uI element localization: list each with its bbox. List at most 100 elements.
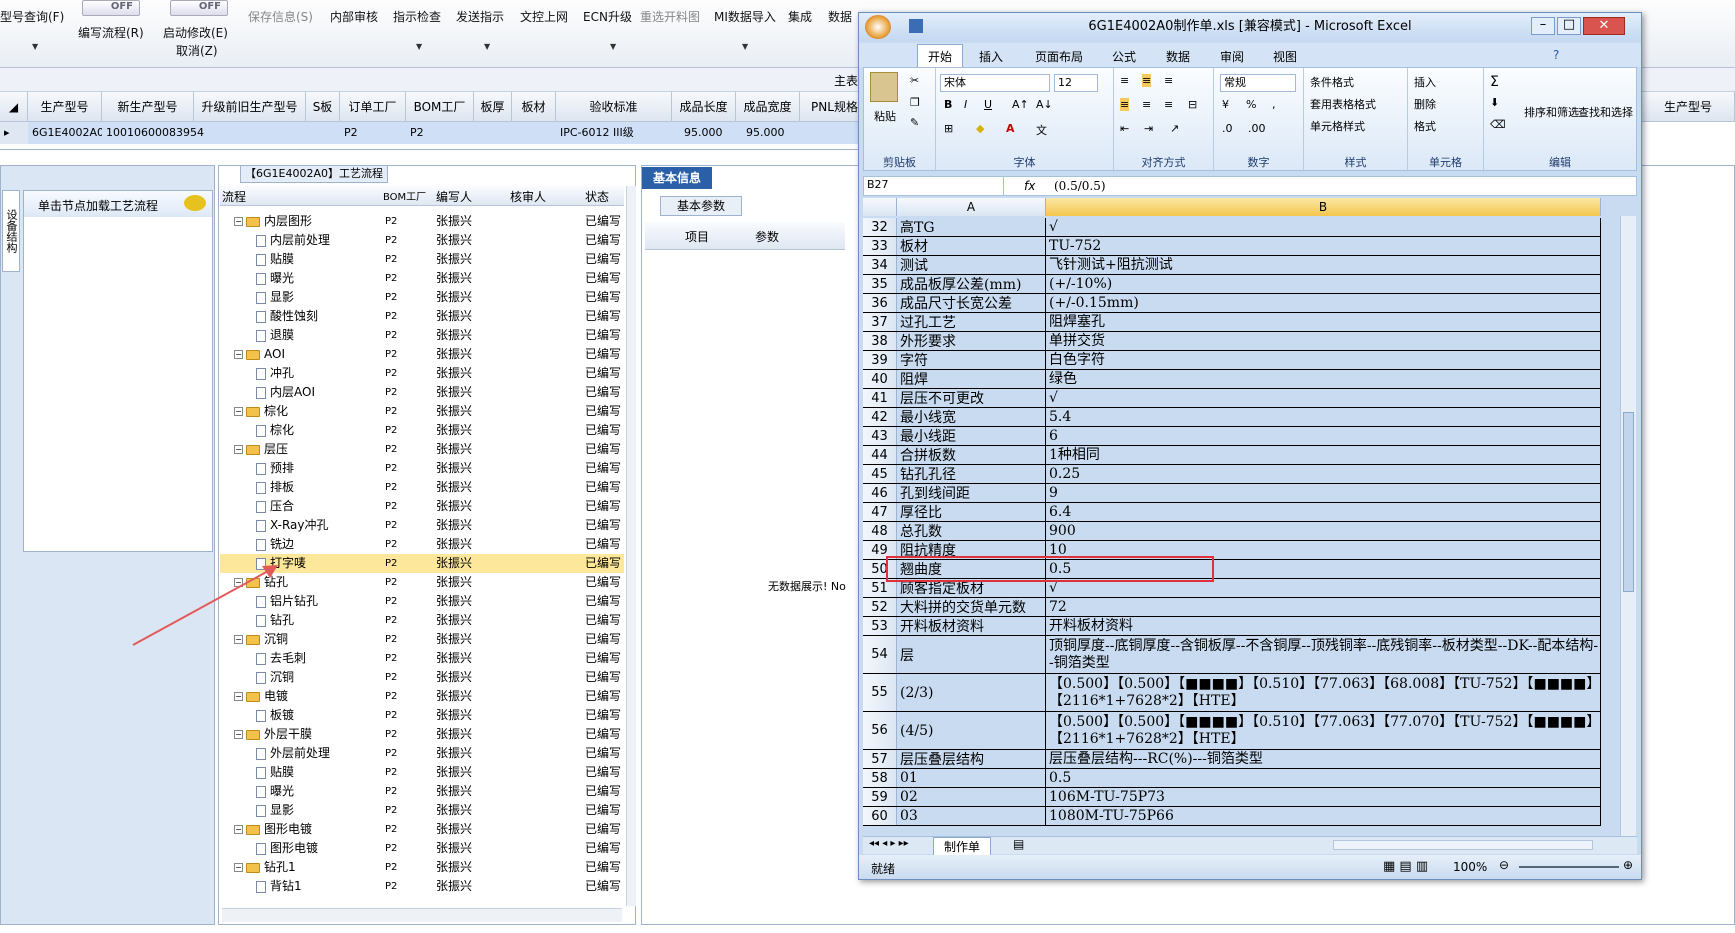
cell-a[interactable]: 03 bbox=[897, 807, 1046, 825]
indent-decrease-icon[interactable]: ⇤ bbox=[1120, 122, 1129, 135]
chevron-down-icon[interactable]: ▼ bbox=[742, 42, 748, 51]
cell-b[interactable]: 106M-TU-75P73 bbox=[1046, 788, 1601, 806]
row-number[interactable]: 59 bbox=[863, 788, 897, 806]
zoom-in-icon[interactable]: ⊕ bbox=[1623, 858, 1633, 872]
scroll-thumb[interactable] bbox=[1623, 412, 1634, 592]
cell-a[interactable]: 外形要求 bbox=[897, 332, 1046, 350]
cell-b[interactable]: (+/-0.15mm) bbox=[1046, 294, 1601, 312]
tree-row[interactable]: 显影 P2 张振兴 已编写 bbox=[220, 288, 624, 307]
office-button-icon[interactable] bbox=[865, 15, 891, 39]
col-header[interactable]: 板厚 bbox=[474, 92, 512, 122]
cell-b[interactable]: 0.5 bbox=[1046, 769, 1601, 787]
tree-row[interactable]: − 内层图形 P2 张振兴 已编写 bbox=[220, 212, 624, 231]
tab-review[interactable]: 审阅 bbox=[1220, 48, 1244, 65]
sheet-horizontal-scrollbar[interactable] bbox=[1333, 840, 1593, 850]
border-icon[interactable]: ⊞ bbox=[944, 122, 953, 135]
find-select-button[interactable]: 查找和选择 bbox=[1578, 104, 1633, 120]
sheet-row[interactable]: 57 层压叠层结构 层压叠层结构---RC(%)---铜箔类型 bbox=[863, 750, 1601, 769]
toolbar-ecn-upgrade[interactable]: ECN升级 bbox=[583, 8, 632, 25]
col-header[interactable]: 板材 bbox=[512, 92, 556, 122]
tree-row[interactable]: 内层前处理 P2 张振兴 已编写 bbox=[220, 231, 624, 250]
toolbar-doc-online[interactable]: 文控上网 bbox=[520, 8, 568, 25]
cell-b[interactable]: 开料板材资料 bbox=[1046, 617, 1601, 635]
cell-b[interactable]: 【0.500】【0.500】【■■■■】【0.510】【77.063】【68.0… bbox=[1046, 674, 1601, 711]
indent-increase-icon[interactable]: ⇥ bbox=[1144, 122, 1153, 135]
phonetic-icon[interactable]: 文 bbox=[1036, 122, 1047, 138]
cell[interactable]: 6G1E4002A0 bbox=[28, 122, 104, 144]
cell-a[interactable]: 合拼板数 bbox=[897, 446, 1046, 464]
tree-row[interactable]: 钻孔 P2 张振兴 已编写 bbox=[220, 611, 624, 630]
font-color-icon[interactable]: A bbox=[1006, 122, 1015, 135]
col-header[interactable]: 订单工厂 bbox=[340, 92, 406, 122]
toolbar-model-query[interactable]: 型号查询(F) bbox=[0, 8, 64, 25]
cell-a[interactable]: 层 bbox=[897, 636, 1046, 673]
delete-cells-button[interactable]: 删除 bbox=[1414, 96, 1436, 112]
decrease-decimal-icon[interactable]: .00 bbox=[1248, 122, 1266, 135]
sheet-row[interactable]: 59 02 106M-TU-75P73 bbox=[863, 788, 1601, 807]
sheet-row[interactable]: 32 高TG √ bbox=[863, 218, 1601, 237]
align-left-icon[interactable]: ≡ bbox=[1120, 98, 1130, 111]
align-top-icon[interactable]: ≡ bbox=[1120, 74, 1129, 87]
col-param[interactable]: 参数 bbox=[755, 228, 779, 245]
cell-b[interactable]: 层压叠层结构---RC(%)---铜箔类型 bbox=[1046, 750, 1601, 768]
italic-icon[interactable]: I bbox=[964, 98, 967, 111]
collapse-icon[interactable]: − bbox=[234, 407, 243, 416]
row-number[interactable]: 58 bbox=[863, 769, 897, 787]
row-number[interactable]: 60 bbox=[863, 807, 897, 825]
col-header[interactable]: 升级前旧生产型号 bbox=[194, 92, 306, 122]
new-sheet-icon[interactable]: ▤ bbox=[1013, 837, 1024, 851]
font-name-select[interactable]: 宋体 bbox=[940, 74, 1050, 92]
tree-row[interactable]: X-Ray冲孔 P2 张振兴 已编写 bbox=[220, 516, 624, 535]
tree-row[interactable]: − 层压 P2 张振兴 已编写 bbox=[220, 440, 624, 459]
cell-a[interactable]: 过孔工艺 bbox=[897, 313, 1046, 331]
tab-basic-params[interactable]: 基本参数 bbox=[660, 196, 742, 216]
cell-b[interactable]: 9 bbox=[1046, 484, 1601, 502]
tree-row[interactable]: − AOI P2 张振兴 已编写 bbox=[220, 345, 624, 364]
load-flow-button[interactable]: 单击节点加载工艺流程 bbox=[24, 191, 212, 217]
toolbar-mi-import[interactable]: MI数据导入 bbox=[714, 8, 776, 25]
cell-b[interactable]: (+/-10%) bbox=[1046, 275, 1601, 293]
row-number[interactable]: 33 bbox=[863, 237, 897, 255]
row-number[interactable]: 53 bbox=[863, 617, 897, 635]
shrink-font-icon[interactable]: A↓ bbox=[1036, 98, 1053, 111]
collapse-icon[interactable]: − bbox=[234, 863, 243, 872]
tree-row[interactable]: 曝光 P2 张振兴 已编写 bbox=[220, 269, 624, 288]
cell-b[interactable]: 5.4 bbox=[1046, 408, 1601, 426]
minimize-button[interactable]: – bbox=[1531, 17, 1555, 35]
tree-row[interactable]: 冲孔 P2 张振兴 已编写 bbox=[220, 364, 624, 383]
cell-b[interactable]: 6.4 bbox=[1046, 503, 1601, 521]
tree-row[interactable]: 贴膜 P2 张振兴 已编写 bbox=[220, 763, 624, 782]
paste-icon[interactable] bbox=[870, 72, 898, 102]
row-number[interactable]: 43 bbox=[863, 427, 897, 445]
collapse-icon[interactable]: − bbox=[234, 692, 243, 701]
tree-col-flow[interactable]: 流程 bbox=[222, 188, 246, 205]
sheet-row[interactable]: 33 板材 TU-752 bbox=[863, 237, 1601, 256]
col-header[interactable]: 验收标准 bbox=[556, 92, 672, 122]
name-box[interactable]: B27 bbox=[864, 177, 1004, 195]
row-number[interactable]: 57 bbox=[863, 750, 897, 768]
cell-b[interactable]: 72 bbox=[1046, 598, 1601, 616]
toggle-edit-flow[interactable]: OFF bbox=[82, 0, 140, 16]
format-painter-icon[interactable]: ✎ bbox=[910, 116, 919, 129]
clear-icon[interactable]: ⌫ bbox=[1490, 118, 1506, 131]
paste-label[interactable]: 粘贴 bbox=[874, 108, 896, 124]
col-header[interactable]: S板 bbox=[306, 92, 340, 122]
tree-row[interactable]: 酸性蚀刻 P2 张振兴 已编写 bbox=[220, 307, 624, 326]
tree-row[interactable]: 沉铜 P2 张振兴 已编写 bbox=[220, 668, 624, 687]
tree-col-status[interactable]: 状态 bbox=[585, 188, 609, 205]
align-right-icon[interactable]: ≡ bbox=[1164, 98, 1173, 111]
tree-col-reviewer[interactable]: 核审人 bbox=[510, 188, 546, 205]
sheet-row[interactable]: 45 钻孔孔径 0.25 bbox=[863, 465, 1601, 484]
sheet-row[interactable]: 41 层压不可更改 √ bbox=[863, 389, 1601, 408]
chevron-down-icon[interactable]: ▼ bbox=[610, 42, 616, 51]
row-number[interactable]: 34 bbox=[863, 256, 897, 274]
tab-page-layout[interactable]: 页面布局 bbox=[1035, 48, 1083, 65]
sheet-row[interactable]: 34 测试 飞针测试+阻抗测试 bbox=[863, 256, 1601, 275]
cell-b[interactable]: 0.25 bbox=[1046, 465, 1601, 483]
cell-a[interactable]: 成品尺寸长宽公差 bbox=[897, 294, 1046, 312]
cell-a[interactable]: 阻焊 bbox=[897, 370, 1046, 388]
row-number[interactable]: 41 bbox=[863, 389, 897, 407]
view-buttons-icon[interactable]: ▦ ▤ ▥ bbox=[1383, 859, 1428, 874]
tab-insert[interactable]: 插入 bbox=[979, 48, 1003, 65]
col-header[interactable]: 新生产型号 bbox=[102, 92, 194, 122]
